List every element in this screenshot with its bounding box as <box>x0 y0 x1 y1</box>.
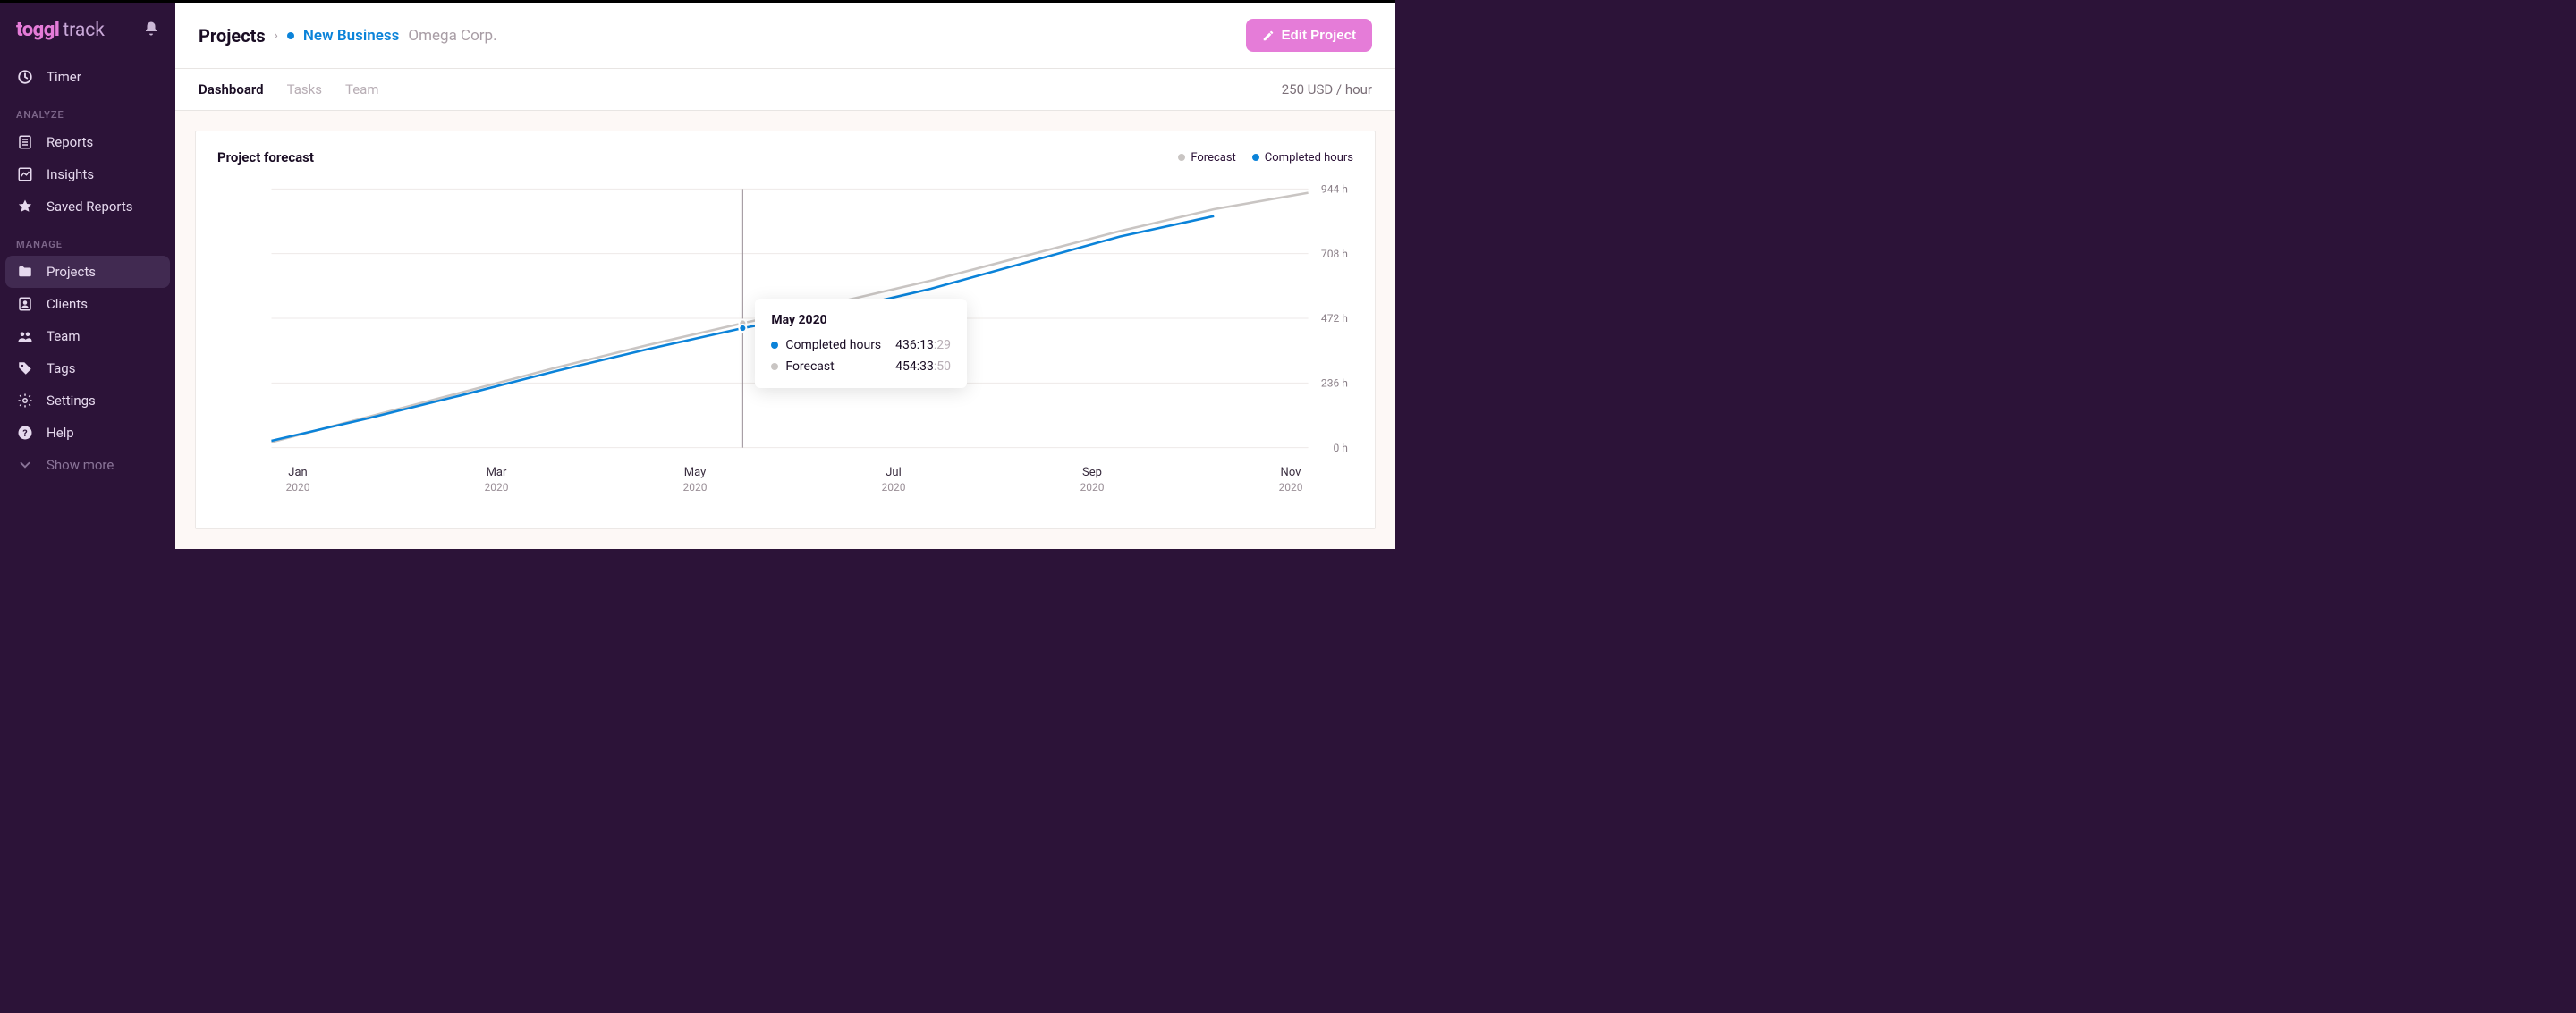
tooltip-label-text: Completed hours <box>785 338 881 352</box>
nav-section-manage: MANAGE <box>0 223 175 256</box>
main-area: Projects › New Business Omega Corp. Edit… <box>175 3 1395 549</box>
sidebar-item-label: Reports <box>47 134 93 150</box>
breadcrumb-project[interactable]: New Business <box>303 27 400 45</box>
content-area: Project forecast Forecast Completed hour… <box>175 111 1395 549</box>
legend-label: Completed hours <box>1265 151 1353 165</box>
sidebar-item-label: Insights <box>47 166 94 182</box>
help-icon: ? <box>16 425 34 441</box>
sidebar-item-label: Tags <box>47 360 75 376</box>
client-icon <box>16 296 34 312</box>
logo-secondary: track <box>63 20 105 41</box>
team-icon <box>16 328 34 344</box>
folder-icon <box>16 264 34 280</box>
tab-tasks[interactable]: Tasks <box>287 81 322 97</box>
sidebar-item-team[interactable]: Team <box>0 320 175 352</box>
legend-label: Forecast <box>1191 151 1235 165</box>
sidebar-item-label: Clients <box>47 296 88 312</box>
tooltip-value: 454:33:50 <box>895 359 951 374</box>
tag-icon <box>16 360 34 376</box>
breadcrumb-root[interactable]: Projects <box>199 25 266 46</box>
edit-project-button[interactable]: Edit Project <box>1246 19 1372 52</box>
chart-legend: Forecast Completed hours <box>1178 151 1353 165</box>
x-axis-labels: Jan2020 Mar2020 May2020 Jul2020 Sep2020 Nov20… <box>217 460 1353 494</box>
svg-text:708 h: 708 h <box>1321 248 1348 260</box>
svg-text:472 h: 472 h <box>1321 312 1348 325</box>
tooltip-row-forecast: Forecast 454:33:50 <box>771 359 951 374</box>
pencil-icon <box>1262 30 1275 42</box>
sidebar-item-label: Team <box>47 328 80 344</box>
tooltip-value: 436:13:29 <box>895 338 951 352</box>
tabs: Dashboard Tasks Team <box>199 81 378 97</box>
subheader: Dashboard Tasks Team 250 USD / hour <box>175 69 1395 111</box>
sidebar-item-label: Help <box>47 425 74 441</box>
x-axis-tick: Jan2020 <box>271 466 325 494</box>
sidebar-item-projects[interactable]: Projects <box>5 256 170 288</box>
gear-icon <box>16 393 34 409</box>
legend-dot-completed <box>1252 154 1259 161</box>
sidebar-item-settings[interactable]: Settings <box>0 384 175 417</box>
tooltip-dot-icon <box>771 363 778 370</box>
tooltip-dot-icon <box>771 342 778 349</box>
legend-dot-forecast <box>1178 154 1185 161</box>
legend-forecast: Forecast <box>1178 151 1235 165</box>
sidebar-item-clients[interactable]: Clients <box>0 288 175 320</box>
sidebar-item-label: Saved Reports <box>47 198 133 215</box>
insights-icon <box>16 166 34 182</box>
sidebar-item-label: Projects <box>47 264 96 280</box>
card-title: Project forecast <box>217 149 314 165</box>
x-axis-tick: Jul2020 <box>867 466 920 494</box>
star-icon <box>16 198 34 215</box>
tab-dashboard[interactable]: Dashboard <box>199 81 264 97</box>
sidebar-item-reports[interactable]: Reports <box>0 126 175 158</box>
sidebar-item-label: Settings <box>47 393 96 409</box>
clock-icon <box>16 69 34 85</box>
nav-section-analyze: ANALYZE <box>0 93 175 126</box>
sidebar-show-more[interactable]: Show more <box>0 449 175 481</box>
reports-icon <box>16 134 34 150</box>
project-color-dot <box>287 32 294 39</box>
page-header: Projects › New Business Omega Corp. Edit… <box>175 3 1395 69</box>
logo-primary: toggl <box>16 19 59 41</box>
tab-team[interactable]: Team <box>345 81 379 97</box>
chart-container[interactable]: 0 h 236 h 472 h 708 h 944 h Jan2020 Mar2020 Ma… <box>217 180 1353 519</box>
sidebar-item-insights[interactable]: Insights <box>0 158 175 190</box>
svg-text:0 h: 0 h <box>1334 442 1348 454</box>
rate-label: 250 USD / hour <box>1282 81 1372 97</box>
sidebar-item-saved-reports[interactable]: Saved Reports <box>0 190 175 223</box>
svg-text:944 h: 944 h <box>1321 182 1348 195</box>
x-axis-tick: May2020 <box>668 466 722 494</box>
sidebar-top-row: toggl track <box>0 19 175 61</box>
sidebar: toggl track Timer ANALYZE Reports Insigh… <box>0 3 175 549</box>
card-header: Project forecast Forecast Completed hour… <box>217 149 1353 165</box>
sidebar-item-help[interactable]: ? Help <box>0 417 175 449</box>
chart-tooltip: May 2020 Completed hours 436:13:29 <box>755 299 967 388</box>
breadcrumb-client: Omega Corp. <box>408 27 496 45</box>
chevron-down-icon <box>16 457 34 473</box>
logo[interactable]: toggl track <box>16 19 105 41</box>
tooltip-title: May 2020 <box>771 313 951 327</box>
sidebar-item-label: Show more <box>47 457 114 473</box>
svg-text:236 h: 236 h <box>1321 376 1348 389</box>
x-axis-tick: Mar2020 <box>470 466 523 494</box>
forecast-card: Project forecast Forecast Completed hour… <box>195 131 1376 529</box>
sidebar-item-label: Timer <box>47 69 81 85</box>
svg-text:?: ? <box>22 427 27 439</box>
edit-button-label: Edit Project <box>1282 28 1356 43</box>
x-axis-tick: Nov2020 <box>1264 466 1318 494</box>
x-axis-tick: Sep2020 <box>1065 466 1119 494</box>
notifications-icon[interactable] <box>143 21 159 40</box>
tooltip-row-completed: Completed hours 436:13:29 <box>771 338 951 352</box>
tooltip-label-text: Forecast <box>785 359 834 374</box>
breadcrumb: Projects › New Business Omega Corp. <box>199 25 497 46</box>
sidebar-item-tags[interactable]: Tags <box>0 352 175 384</box>
legend-completed: Completed hours <box>1252 151 1353 165</box>
sidebar-item-timer[interactable]: Timer <box>0 61 175 93</box>
chevron-right-icon: › <box>275 29 278 43</box>
